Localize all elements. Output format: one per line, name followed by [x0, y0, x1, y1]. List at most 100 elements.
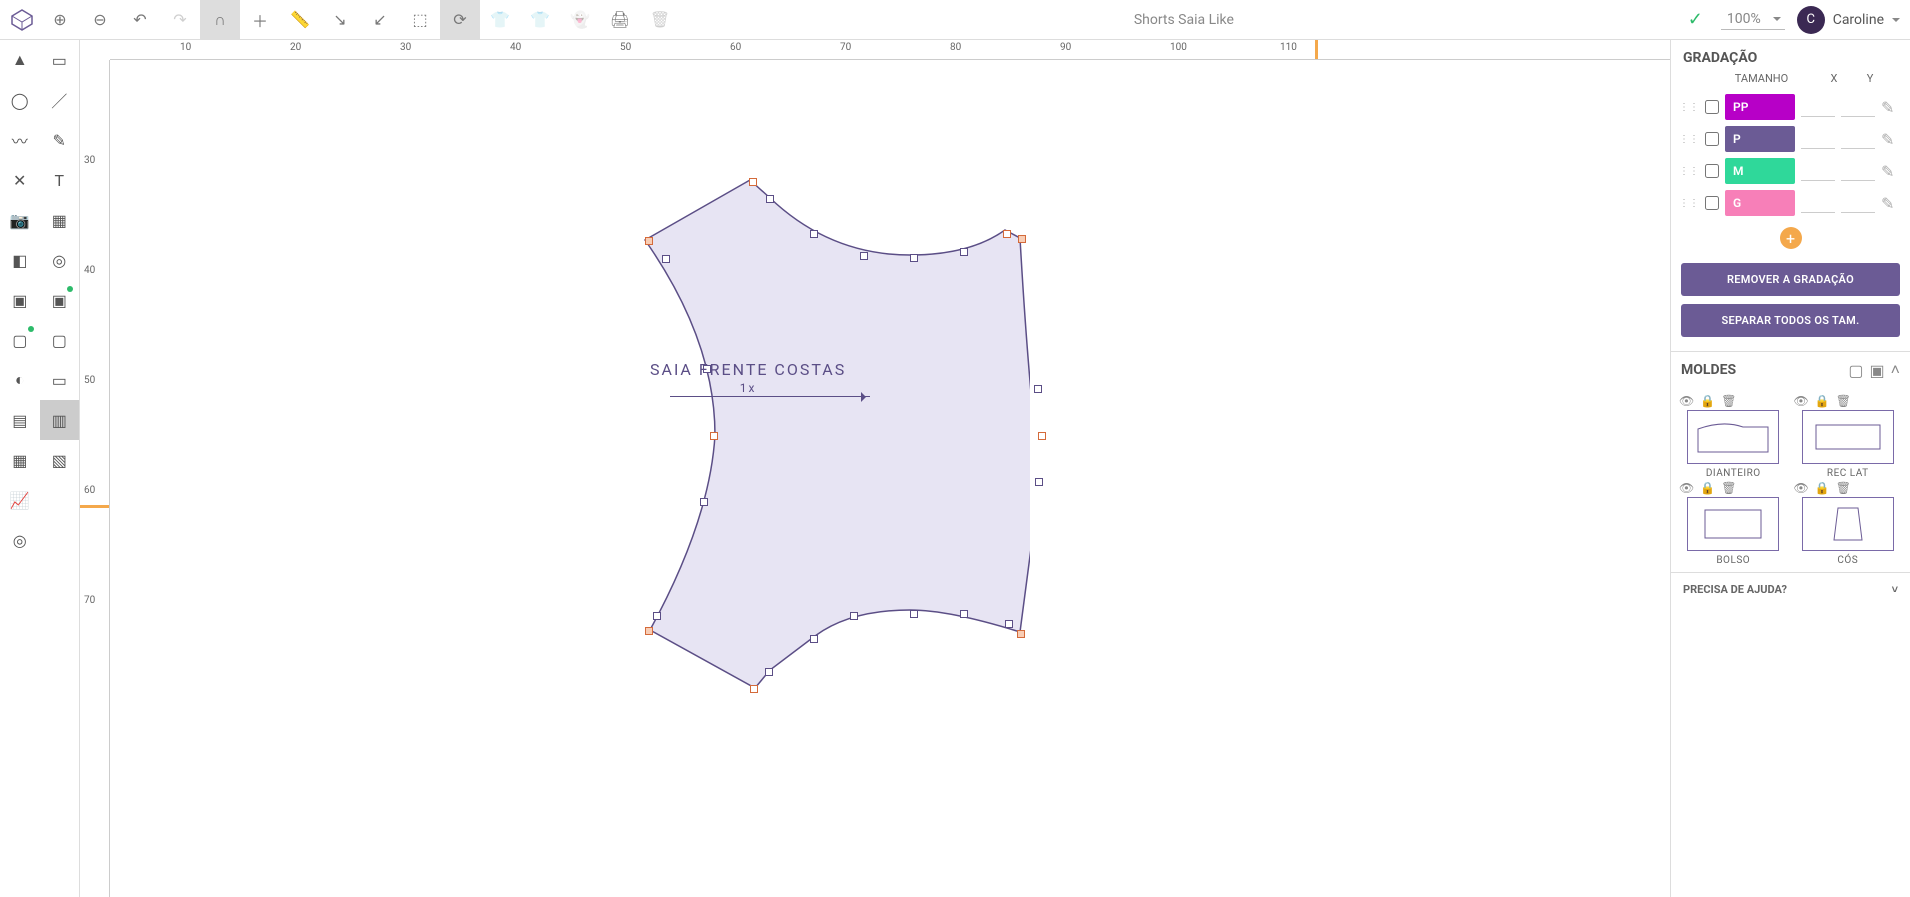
mold-item[interactable]: 👁🔒🗑BOLSO	[1679, 481, 1788, 566]
size-visible-checkbox[interactable]	[1705, 132, 1719, 146]
drag-handle-icon[interactable]: ⋮⋮	[1679, 134, 1699, 145]
size-y-input[interactable]	[1841, 161, 1875, 181]
drag-handle-icon[interactable]: ⋮⋮	[1679, 102, 1699, 113]
mold-thumbnail[interactable]	[1687, 497, 1779, 551]
tank2-tool[interactable]: ▣	[40, 280, 80, 320]
drag-handle-icon[interactable]: ⋮⋮	[1679, 198, 1699, 209]
size-chip[interactable]: M	[1725, 158, 1795, 184]
shirt1-icon[interactable]: 👕	[480, 0, 520, 40]
user-menu[interactable]: C Caroline	[1797, 6, 1900, 34]
mold-visible-icon[interactable]: 👁	[1794, 481, 1809, 495]
drag-handle-icon[interactable]: ⋮⋮	[1679, 166, 1699, 177]
node-handle[interactable]	[810, 635, 818, 643]
mold-delete-icon[interactable]: 🗑	[1836, 481, 1851, 495]
node-handle[interactable]	[750, 685, 758, 693]
marquee-icon[interactable]: ⬚	[400, 0, 440, 40]
ruler-icon[interactable]: 📏	[280, 0, 320, 40]
node-handle[interactable]	[850, 612, 858, 620]
graph-tool[interactable]: 📈	[0, 480, 40, 520]
remove-gradacao-button[interactable]: REMOVER A GRADAÇÃO	[1681, 263, 1900, 296]
node-handle[interactable]	[1003, 230, 1011, 238]
size-y-input[interactable]	[1841, 97, 1875, 117]
circle-tool[interactable]: ◯	[0, 80, 40, 120]
size-chip[interactable]: P	[1725, 126, 1795, 152]
piece-a-tool[interactable]: ▦	[0, 440, 40, 480]
undo-icon[interactable]: ↶	[120, 0, 160, 40]
refresh-icon[interactable]: ⟳	[440, 0, 480, 40]
vest2-tool[interactable]: ▢	[40, 320, 80, 360]
mold-delete-icon[interactable]: 🗑	[1721, 481, 1736, 495]
moldes-collapse-icon[interactable]: ˄	[1891, 360, 1900, 380]
node-handle[interactable]	[749, 178, 757, 186]
mold-delete-icon[interactable]: 🗑	[1721, 394, 1736, 408]
node-handle[interactable]	[662, 255, 670, 263]
mold-thumbnail[interactable]	[1802, 497, 1894, 551]
size-x-input[interactable]	[1801, 161, 1835, 181]
redo-icon[interactable]: ↷	[160, 0, 200, 40]
node-handle[interactable]	[645, 627, 653, 635]
mold-lock-icon[interactable]: 🔒	[1700, 481, 1715, 495]
mold-visible-icon[interactable]: 👁	[1679, 394, 1694, 408]
tape-tool[interactable]: ◎	[40, 240, 80, 280]
node-handle[interactable]	[1018, 235, 1026, 243]
blank-tool[interactable]	[40, 480, 80, 520]
size-x-input[interactable]	[1801, 129, 1835, 149]
curve-right-icon[interactable]: ↙	[360, 0, 400, 40]
size-chip[interactable]: PP	[1725, 94, 1795, 120]
canvas[interactable]: SAIA FRENTE COSTAS 1x	[110, 60, 1670, 897]
node-handle[interactable]	[1038, 432, 1046, 440]
vest1-tool[interactable]: ▢	[0, 320, 40, 360]
mold-visible-icon[interactable]: 👁	[1794, 394, 1809, 408]
mold-item[interactable]: 👁🔒🗑REC LAT	[1794, 394, 1903, 479]
zoom-in-icon[interactable]: ⊕	[40, 0, 80, 40]
size-x-input[interactable]	[1801, 97, 1835, 117]
node-handle[interactable]	[910, 610, 918, 618]
size-y-input[interactable]	[1841, 129, 1875, 149]
node-handle[interactable]	[960, 248, 968, 256]
delete-tool[interactable]: ✕	[0, 160, 40, 200]
piece-b-tool[interactable]: ▧	[40, 440, 80, 480]
add-point-icon[interactable]: ＋	[240, 0, 280, 40]
line-tool[interactable]: ／	[40, 80, 80, 120]
sleeve-tool[interactable]: ◐	[0, 360, 40, 400]
vruler-marker[interactable]	[80, 505, 109, 508]
pieces-tool[interactable]: ▥	[40, 400, 80, 440]
size-visible-checkbox[interactable]	[1705, 100, 1719, 114]
shirt2-icon[interactable]: 👕	[520, 0, 560, 40]
mold-lock-icon[interactable]: 🔒	[1815, 394, 1830, 408]
size-y-input[interactable]	[1841, 193, 1875, 213]
edit-size-icon[interactable]: ✎	[1881, 162, 1894, 181]
pattern-piece[interactable]	[530, 120, 1030, 720]
hruler-marker[interactable]	[1315, 40, 1318, 59]
node-handle[interactable]	[1005, 620, 1013, 628]
node-handle[interactable]	[910, 254, 918, 262]
node-handle[interactable]	[645, 237, 653, 245]
pattern-tool[interactable]: ▦	[40, 200, 80, 240]
node-handle[interactable]	[653, 612, 661, 620]
text-tool[interactable]: T	[40, 160, 80, 200]
mold-thumbnail[interactable]	[1802, 410, 1894, 464]
magnet-icon[interactable]: ∩	[200, 0, 240, 40]
camera-tool[interactable]: 📷	[0, 200, 40, 240]
node-handle[interactable]	[710, 432, 718, 440]
mold-item[interactable]: 👁🔒🗑DIANTEIRO	[1679, 394, 1788, 479]
moldes-view1-icon[interactable]: ▢	[1848, 361, 1863, 380]
size-visible-checkbox[interactable]	[1705, 196, 1719, 210]
node-handle[interactable]	[810, 230, 818, 238]
mold-lock-icon[interactable]: 🔒	[1815, 481, 1830, 495]
size-visible-checkbox[interactable]	[1705, 164, 1719, 178]
ghost-icon[interactable]: 👻	[560, 0, 600, 40]
edit-size-icon[interactable]: ✎	[1881, 98, 1894, 117]
help-bar[interactable]: PRECISA DE AJUDA? ˅	[1671, 572, 1910, 606]
node-handle[interactable]	[860, 252, 868, 260]
garment-tool[interactable]: ◧	[0, 240, 40, 280]
node-handle[interactable]	[1035, 478, 1043, 486]
pencil-tool[interactable]: ✎	[40, 120, 80, 160]
zoom-out-icon[interactable]: ⊖	[80, 0, 120, 40]
trash-icon[interactable]: 🗑	[640, 0, 680, 40]
body-tool[interactable]: ▭	[40, 360, 80, 400]
mold-item[interactable]: 👁🔒🗑CÓS	[1794, 481, 1903, 566]
moldes-view2-icon[interactable]: ▣	[1870, 361, 1885, 380]
separate-sizes-button[interactable]: SEPARAR TODOS OS TAM.	[1681, 304, 1900, 337]
target-tool[interactable]: ◎	[0, 520, 40, 560]
